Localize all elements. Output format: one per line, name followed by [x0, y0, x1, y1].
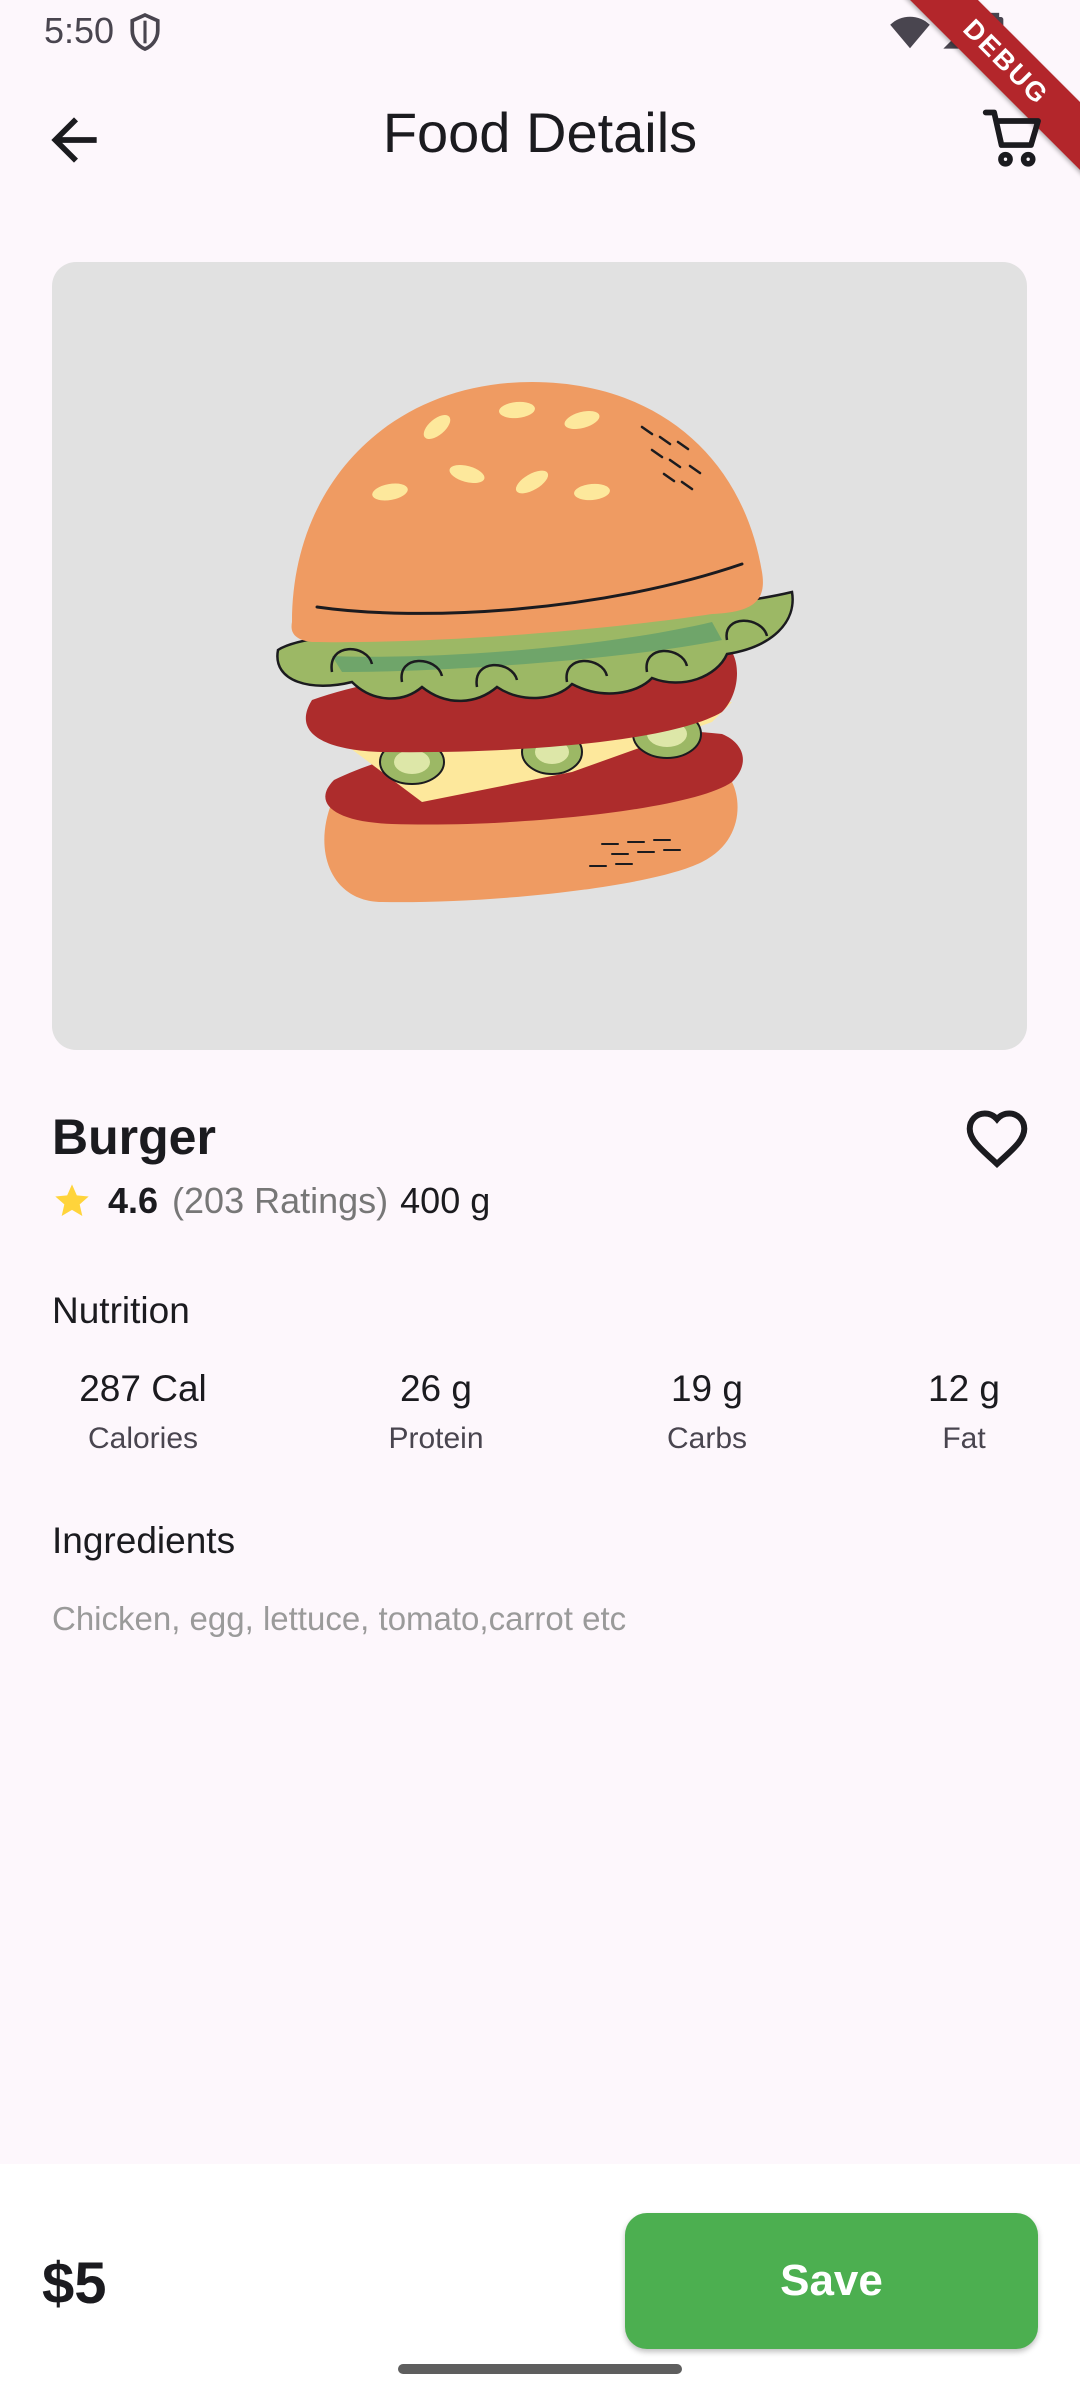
burger-image	[276, 382, 794, 903]
nutrition-value: 12 g	[927, 1368, 1001, 1409]
cart-button[interactable]	[980, 104, 1048, 172]
wifi-icon	[890, 16, 930, 49]
home-indicator[interactable]	[398, 2364, 682, 2374]
nutrition-value: 26 g	[399, 1368, 472, 1409]
heart-outline-icon	[966, 1110, 1028, 1168]
star-icon	[55, 1184, 89, 1216]
rating-value: 4.6	[108, 1180, 159, 1221]
nutrition-item-protein: 26 g Protein	[388, 1368, 483, 1456]
shield-icon	[130, 12, 160, 51]
ingredients-text: Chicken, egg, lettuce, tomato,carrot etc	[52, 1600, 627, 1637]
nutrition-label: Fat	[942, 1422, 986, 1455]
food-name: Burger	[52, 1109, 216, 1165]
page-title: Food Details	[382, 101, 698, 164]
price: $5	[42, 2251, 107, 2316]
nutrition-value: 287 Cal	[79, 1368, 207, 1409]
food-image-card	[52, 262, 1027, 1050]
favorite-button[interactable]	[964, 1108, 1030, 1168]
status-time: 5:50	[44, 10, 115, 51]
rating-row: 4.6 (203 Ratings) 400 g	[52, 1180, 490, 1222]
nutrition-item-carbs: 19 g Carbs	[667, 1368, 747, 1456]
nutrition-label: Calories	[87, 1422, 199, 1455]
rating-count: (203 Ratings)	[172, 1180, 389, 1221]
shopping-cart-icon	[982, 109, 1041, 167]
nutrition-label: Protein	[388, 1422, 484, 1455]
nutrition-heading: Nutrition	[52, 1290, 190, 1331]
nutrition-value: 19 g	[670, 1368, 743, 1409]
nutrition-label: Carbs	[666, 1422, 748, 1455]
ingredients-heading: Ingredients	[52, 1520, 236, 1561]
nutrition-item-calories: 287 Cal Calories	[79, 1368, 207, 1456]
food-weight: 400 g	[400, 1180, 491, 1221]
nutrition-item-fat: 12 g Fat	[928, 1368, 1000, 1456]
save-button[interactable]: Save	[625, 2213, 1038, 2349]
